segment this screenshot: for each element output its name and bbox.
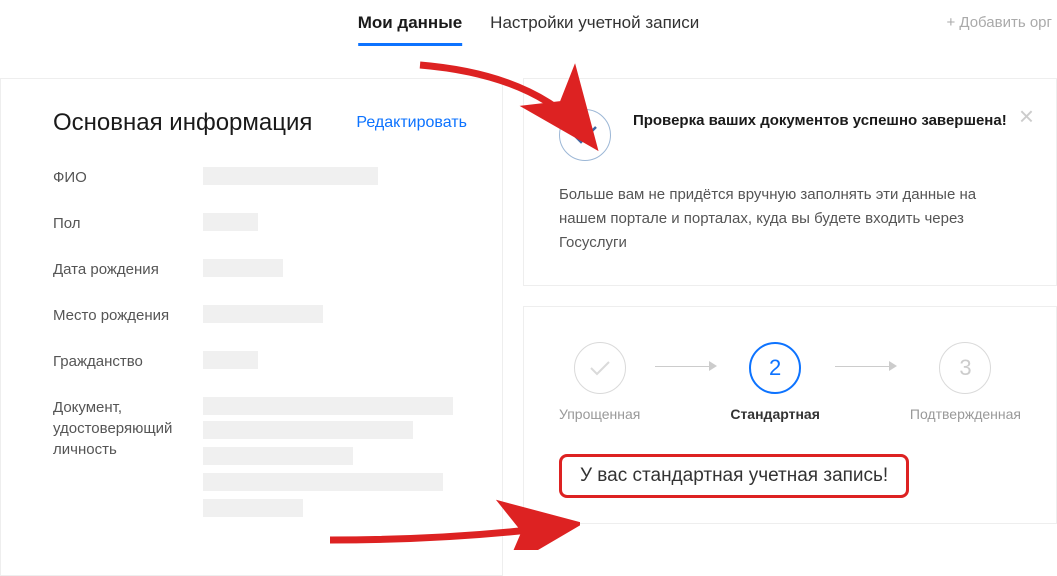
value-gender (203, 213, 467, 237)
step-1: Упрощенная (559, 342, 640, 422)
row-citizenship: Гражданство (53, 351, 467, 375)
success-row: Проверка ваших документов успешно заверш… (559, 109, 1021, 161)
step-1-circle (574, 342, 626, 394)
check-icon (559, 109, 611, 161)
label-birth-date: Дата рождения (53, 259, 203, 280)
step-1-label: Упрощенная (559, 406, 640, 422)
label-birth-place: Место рождения (53, 305, 203, 326)
step-3-circle: 3 (939, 342, 991, 394)
tab-account-settings[interactable]: Настройки учетной записи (490, 13, 699, 46)
step-3-label: Подтвержденная (910, 406, 1021, 422)
close-icon[interactable]: × (1019, 101, 1034, 132)
step-2-circle: 2 (749, 342, 801, 394)
basic-info-card: Основная информация Редактировать ФИО По… (0, 78, 503, 576)
main-content: Основная информация Редактировать ФИО По… (0, 48, 1057, 576)
step-3: 3 Подтвержденная (910, 342, 1021, 422)
tab-my-data[interactable]: Мои данные (358, 13, 462, 46)
value-id-doc (203, 397, 467, 523)
basic-info-header: Основная информация Редактировать (53, 109, 467, 137)
success-card: × Проверка ваших документов успешно заве… (523, 78, 1057, 286)
success-title: Проверка ваших документов успешно заверш… (633, 109, 1007, 133)
label-fio: ФИО (53, 167, 203, 188)
step-arrow-1 (655, 366, 715, 367)
account-level-card: Упрощенная 2 Стандартная 3 Подтвержденна… (523, 306, 1057, 524)
label-gender: Пол (53, 213, 203, 234)
label-id-doc: Документ, удостоверяющий личность (53, 397, 203, 460)
step-arrow-2 (835, 366, 895, 367)
edit-link[interactable]: Редактировать (356, 114, 467, 132)
row-birth-place: Место рождения (53, 305, 467, 329)
value-birth-place (203, 305, 467, 329)
row-id-doc: Документ, удостоверяющий личность (53, 397, 467, 523)
step-2-label: Стандартная (730, 406, 820, 422)
value-birth-date (203, 259, 467, 283)
row-gender: Пол (53, 213, 467, 237)
tabs-center: Мои данные Настройки учетной записи (358, 13, 700, 46)
steps-row: Упрощенная 2 Стандартная 3 Подтвержденна… (559, 342, 1021, 422)
tabs-bar: Мои данные Настройки учетной записи + До… (0, 0, 1057, 48)
value-citizenship (203, 351, 467, 375)
basic-info-title: Основная информация (53, 109, 312, 137)
value-fio (203, 167, 467, 191)
right-column: × Проверка ваших документов успешно заве… (523, 78, 1057, 576)
success-desc: Больше вам не придётся вручную заполнять… (559, 183, 1021, 255)
row-birth-date: Дата рождения (53, 259, 467, 283)
add-organization-link[interactable]: + Добавить орг (946, 14, 1052, 31)
row-fio: ФИО (53, 167, 467, 191)
step-2: 2 Стандартная (730, 342, 820, 422)
account-status-box: У вас стандартная учетная запись! (559, 454, 909, 498)
label-citizenship: Гражданство (53, 351, 203, 372)
